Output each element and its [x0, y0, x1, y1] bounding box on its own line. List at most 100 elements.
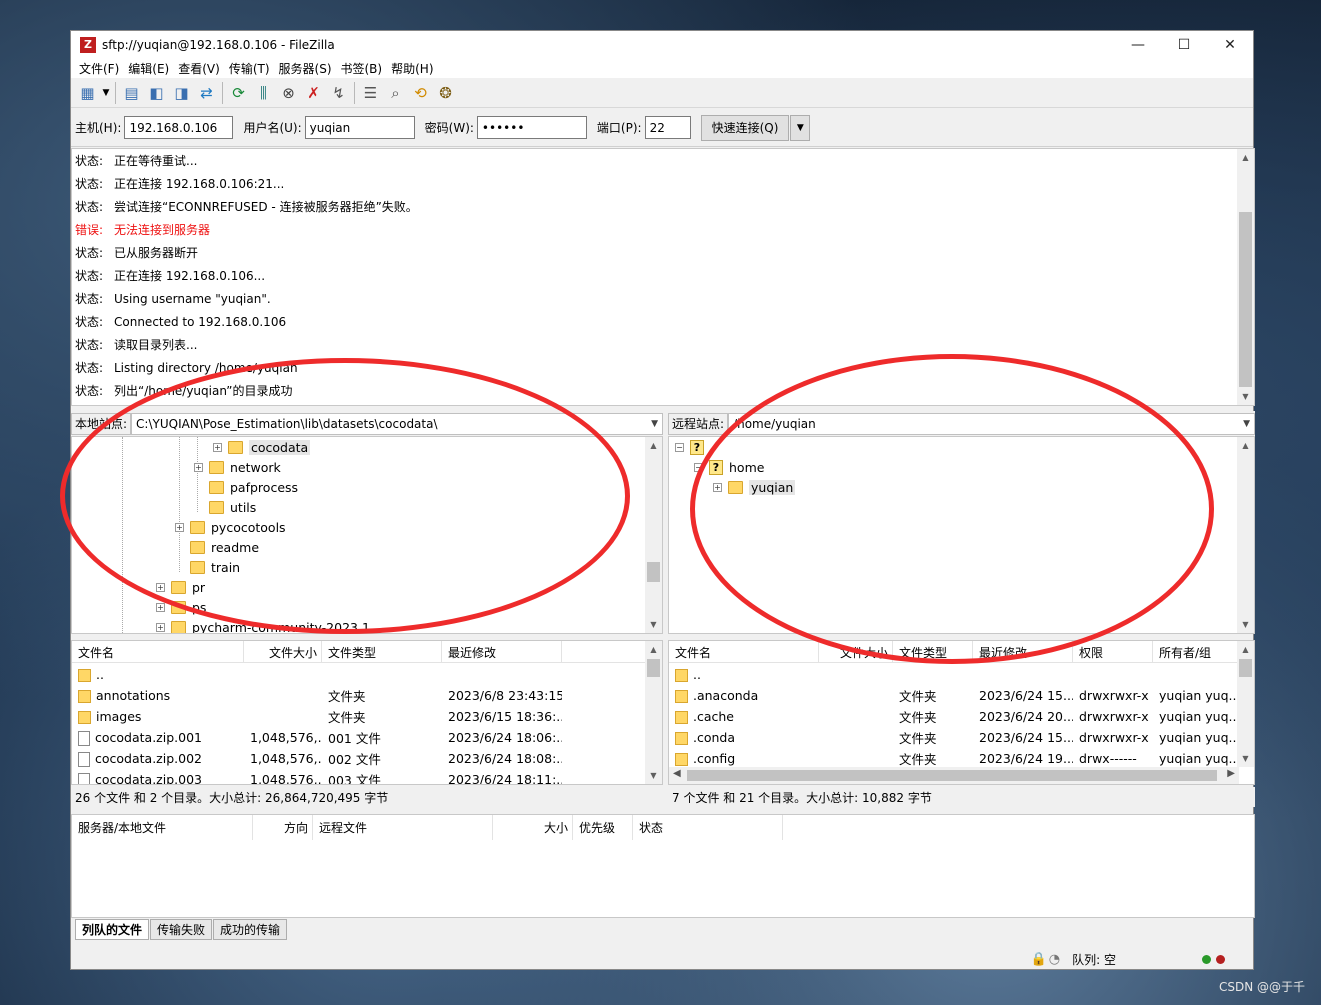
menu-transfer[interactable]: 传输(T) — [227, 60, 277, 77]
collapse-icon[interactable]: − — [675, 442, 684, 452]
chevron-down-icon[interactable]: ▼ — [651, 419, 658, 429]
reconnect-icon[interactable]: ↯ — [326, 81, 351, 105]
local-path-input[interactable]: C:\YUQIAN\Pose_Estimation\lib\datasets\c… — [131, 412, 663, 435]
toggle-queue-icon[interactable]: ⇄ — [194, 81, 219, 105]
col-filetype[interactable]: 文件类型 — [322, 641, 442, 663]
tree-item-pr[interactable]: + pr — [156, 577, 205, 597]
sync-browse-icon[interactable]: ⟲ — [408, 81, 433, 105]
scroll-down-icon[interactable]: ▼ — [645, 767, 662, 784]
expand-icon[interactable]: + — [156, 582, 165, 592]
col-size[interactable]: 大小 — [493, 815, 573, 840]
tree-item-root[interactable]: −? — [675, 437, 710, 457]
remote-hscrollbar[interactable]: ◀ ▶ — [669, 767, 1239, 784]
expand-icon[interactable]: + — [194, 462, 203, 472]
toggle-remote-tree-icon[interactable]: ◨ — [169, 81, 194, 105]
username-input[interactable] — [304, 116, 415, 139]
scroll-up-icon[interactable]: ▲ — [645, 437, 662, 454]
tab-successful-transfers[interactable]: 成功的传输 — [213, 919, 288, 940]
scroll-up-icon[interactable]: ▲ — [645, 641, 662, 658]
expand-icon[interactable]: + — [175, 522, 184, 532]
toggle-local-tree-icon[interactable]: ◧ — [144, 81, 169, 105]
tree-item-utils[interactable]: utils — [209, 497, 256, 517]
file-row[interactable]: cocodata.zip.003 1,048,576,... 003 文件 2023/… — [72, 769, 662, 784]
file-row[interactable]: .conda 文件夹 2023/6/24 15... drwxrwxr-x yuqian… — [669, 727, 1254, 748]
menu-edit[interactable]: 编辑(E) — [126, 60, 176, 77]
scroll-down-icon[interactable]: ▼ — [1237, 616, 1254, 633]
col-remote-file[interactable]: 远程文件 — [313, 815, 493, 840]
file-row[interactable]: .. — [72, 664, 662, 685]
collapse-icon[interactable]: − — [694, 462, 703, 472]
dropdown-arrow-icon[interactable]: ▼ — [100, 81, 112, 105]
col-filename[interactable]: 文件名 — [669, 641, 819, 663]
password-input[interactable] — [476, 116, 587, 139]
cancel-icon[interactable]: ⊗ — [276, 81, 301, 105]
scroll-down-icon[interactable]: ▼ — [1237, 750, 1254, 767]
col-filename[interactable]: 文件名 — [72, 641, 244, 663]
tree-item-pycocotools[interactable]: + pycocotools — [175, 517, 286, 537]
col-priority[interactable]: 优先级 — [573, 815, 633, 840]
menu-view[interactable]: 查看(V) — [176, 60, 227, 77]
speed-limit-icon[interactable]: ◔ — [1049, 952, 1060, 967]
file-row[interactable]: .anaconda 文件夹 2023/6/24 15... drwxrwxr-x yuq… — [669, 685, 1254, 706]
hscroll-thumb[interactable] — [687, 770, 1217, 781]
title-bar[interactable]: Z sftp://yuqian@192.168.0.106 - FileZill… — [71, 31, 1253, 58]
col-permissions[interactable]: 权限 — [1073, 641, 1153, 663]
tab-queued-files[interactable]: 列队的文件 — [75, 919, 150, 940]
disconnect-icon[interactable]: ✗ — [301, 81, 326, 105]
col-status[interactable]: 状态 — [633, 815, 783, 840]
scroll-up-icon[interactable]: ▲ — [1237, 149, 1254, 166]
menu-file[interactable]: 文件(F) — [77, 60, 126, 77]
expand-icon[interactable]: + — [713, 482, 722, 492]
find-files-icon[interactable]: ❂ — [433, 81, 458, 105]
refresh-icon[interactable]: ⟳ — [226, 81, 251, 105]
quickconnect-button[interactable]: 快速连接(Q) — [700, 114, 790, 141]
remote-path-input[interactable]: /home/yuqian ▼ — [728, 412, 1255, 435]
local-list-scrollbar[interactable]: ▲ ▼ — [645, 641, 662, 784]
scroll-right-icon[interactable]: ▶ — [1227, 768, 1235, 779]
scroll-up-icon[interactable]: ▲ — [1237, 641, 1254, 658]
close-button[interactable]: ✕ — [1207, 31, 1253, 58]
file-row[interactable]: annotations 文件夹 2023/6/8 23:43:15 — [72, 685, 662, 706]
col-modified[interactable]: 最近修改 — [973, 641, 1073, 663]
host-input[interactable] — [124, 116, 234, 139]
scroll-up-icon[interactable]: ▲ — [1237, 437, 1254, 454]
local-tree-scrollbar[interactable]: ▲ ▼ — [645, 437, 662, 633]
process-queue-icon[interactable]: ⫼ — [251, 81, 276, 105]
tree-item-readme[interactable]: readme — [190, 537, 259, 557]
tree-item-network[interactable]: + network — [194, 457, 281, 477]
file-row[interactable]: images 文件夹 2023/6/15 18:36:... — [72, 706, 662, 727]
tree-item-home[interactable]: −? home — [694, 457, 764, 477]
col-server-local[interactable]: 服务器/本地文件 — [72, 815, 253, 840]
log-scrollbar[interactable]: ▲ ▼ — [1237, 149, 1254, 405]
menu-server[interactable]: 服务器(S) — [277, 60, 339, 77]
directory-filter-icon[interactable]: ☰ — [358, 81, 383, 105]
col-owner[interactable]: 所有者/组 — [1153, 641, 1239, 663]
scroll-down-icon[interactable]: ▼ — [1237, 388, 1254, 405]
toggle-log-icon[interactable]: ▤ — [119, 81, 144, 105]
site-manager-icon[interactable]: ▦ — [75, 81, 100, 105]
remote-list-scrollbar[interactable]: ▲ ▼ — [1237, 641, 1254, 767]
scroll-thumb[interactable] — [1239, 212, 1252, 387]
scroll-left-icon[interactable]: ◀ — [673, 768, 681, 779]
expand-icon[interactable]: + — [156, 602, 165, 612]
file-row[interactable]: .config 文件夹 2023/6/24 19... drwx------ yuqia… — [669, 748, 1254, 769]
tree-item-cocodata[interactable]: + cocodata — [213, 437, 311, 457]
port-input[interactable] — [644, 116, 691, 139]
remote-tree-scrollbar[interactable]: ▲ ▼ — [1237, 437, 1254, 633]
tree-item-ps[interactable]: + ps — [156, 597, 206, 617]
tab-failed-transfers[interactable]: 传输失败 — [150, 919, 213, 940]
expand-icon[interactable]: + — [213, 442, 222, 452]
tree-item-yuqian[interactable]: + yuqian — [713, 477, 796, 497]
chevron-down-icon[interactable]: ▼ — [1243, 419, 1250, 429]
file-row[interactable]: .cache 文件夹 2023/6/24 20... drwxrwxr-x yuqian… — [669, 706, 1254, 727]
col-direction[interactable]: 方向 — [253, 815, 313, 840]
expand-icon[interactable]: + — [156, 622, 165, 632]
tree-item-pafprocess[interactable]: pafprocess — [209, 477, 298, 497]
scroll-down-icon[interactable]: ▼ — [645, 616, 662, 633]
col-filesize[interactable]: 文件大小 — [244, 641, 322, 663]
col-modified[interactable]: 最近修改 — [442, 641, 562, 663]
quickconnect-dropdown-icon[interactable]: ▼ — [790, 114, 811, 141]
file-row[interactable]: cocodata.zip.001 1,048,576,... 001 文件 2023/… — [72, 727, 662, 748]
file-row[interactable]: cocodata.zip.002 1,048,576,... 002 文件 2023/… — [72, 748, 662, 769]
file-row[interactable]: .. — [669, 664, 1254, 685]
